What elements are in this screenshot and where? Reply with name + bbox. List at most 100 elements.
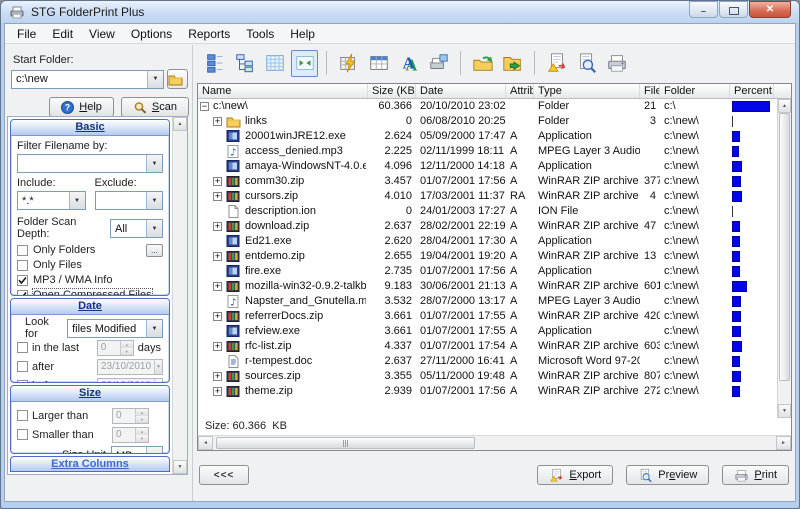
column-header-folder[interactable]: Folder: [660, 84, 730, 98]
date-picker[interactable]: 23/10/2010: [97, 358, 163, 375]
table-row[interactable]: amaya-WindowsNT-4.0.exe 4.096 12/11/2000 1…: [198, 159, 777, 174]
chevron-down-icon[interactable]: [146, 220, 162, 237]
chevron-down-icon[interactable]: [68, 192, 85, 209]
menu-item-options[interactable]: Options: [123, 25, 180, 43]
format-table-icon[interactable]: [335, 50, 362, 77]
look-for-combo[interactable]: files Modified: [67, 319, 163, 338]
scroll-down-arrow-icon[interactable]: [778, 404, 791, 418]
exclude-combo[interactable]: [94, 191, 163, 210]
collapse-toggle[interactable]: −: [200, 102, 209, 111]
scan-button[interactable]: Scan: [120, 97, 189, 117]
scroll-up-arrow-icon[interactable]: [778, 99, 791, 113]
expand-toggle[interactable]: +: [213, 372, 222, 381]
table-row[interactable]: + comm30.zip 3.457 01/07/2001 17:56 A WinRAR …: [198, 174, 777, 189]
maximize-button[interactable]: [719, 1, 748, 18]
checkbox-after[interactable]: [17, 361, 28, 372]
include-combo[interactable]: *.*: [17, 191, 86, 210]
start-folder-combo[interactable]: c:\new: [11, 69, 164, 89]
column-header-size-kb[interactable]: Size (KB): [368, 84, 416, 98]
checkbox-in-the-last[interactable]: [17, 342, 28, 353]
scrollbar-track[interactable]: [213, 436, 776, 450]
spinner-up-icon[interactable]: [136, 427, 148, 435]
fit-columns-icon[interactable]: [291, 49, 318, 77]
table-row[interactable]: + download.zip 2.637 28/02/2001 22:19 A WinRA…: [198, 219, 777, 234]
table-row[interactable]: Ed21.exe 2.620 28/04/2001 17:30 A Applicatio…: [198, 234, 777, 249]
open-folder-icon[interactable]: [499, 50, 526, 77]
table-row[interactable]: description.ion 0 24/01/2003 17:27 A ION Fil…: [198, 204, 777, 219]
scroll-right-arrow-icon[interactable]: [776, 436, 791, 450]
column-header-type[interactable]: Type: [534, 84, 640, 98]
column-header-percent[interactable]: Percent: [730, 84, 774, 98]
menu-item-edit[interactable]: Edit: [44, 25, 81, 43]
scrollbar-thumb[interactable]: [779, 113, 790, 381]
expand-toggle[interactable]: +: [213, 177, 222, 186]
chevron-down-icon[interactable]: [154, 378, 162, 382]
checkbox-only-files[interactable]: [17, 259, 28, 271]
preview-icon[interactable]: [573, 50, 600, 77]
spinner-down-icon[interactable]: [136, 415, 148, 423]
table-row[interactable]: + mozilla-win32-0.9.2-talkback... 9.183 30/…: [198, 279, 777, 294]
sidebar-scrollbar[interactable]: [172, 117, 187, 474]
collapse-sidebar-button[interactable]: <<<: [199, 465, 249, 485]
table-row[interactable]: − c:\new\ 60.366 20/10/2010 23:02 Folder 21 c:…: [198, 99, 777, 114]
expand-toggle[interactable]: +: [213, 117, 222, 126]
chevron-down-icon[interactable]: [146, 192, 162, 209]
table-row[interactable]: + referrerDocs.zip 3.661 01/07/2001 17:55 A W…: [198, 309, 777, 324]
print-button[interactable]: Print: [722, 465, 789, 485]
horizontal-scrollbar[interactable]: [198, 435, 791, 450]
expand-toggle[interactable]: +: [213, 192, 222, 201]
table-row[interactable]: + theme.zip 2.939 01/07/2001 17:56 A WinRAR Z…: [198, 384, 777, 399]
menu-item-reports[interactable]: Reports: [180, 25, 238, 43]
table-row[interactable]: ♪ Napster_and_Gnutella.mp3 3.532 28/07/2000…: [198, 294, 777, 309]
title-bar[interactable]: STG FolderPrint Plus: [1, 1, 799, 23]
column-header-date[interactable]: Date: [416, 84, 506, 98]
extra-columns-header[interactable]: Extra Columns: [10, 456, 170, 472]
scrollbar-track[interactable]: [173, 131, 187, 460]
scroll-up-arrow-icon[interactable]: [173, 117, 187, 131]
spinner[interactable]: 0: [96, 339, 134, 356]
table-row[interactable]: + sources.zip 3.355 05/11/2000 19:48 A WinRAR…: [198, 369, 777, 384]
table-row[interactable]: + links 0 06/08/2010 20:25 Folder 3 c:\new\: [198, 114, 777, 129]
scroll-down-arrow-icon[interactable]: [173, 460, 187, 474]
checkbox-open-compressed-files[interactable]: [17, 289, 28, 295]
chevron-down-icon[interactable]: [146, 155, 162, 172]
folder-scan-depth-combo[interactable]: All: [109, 219, 163, 238]
expand-toggle[interactable]: +: [213, 282, 222, 291]
chevron-down-icon[interactable]: [146, 320, 162, 337]
expand-toggle[interactable]: +: [213, 387, 222, 396]
ellipsis-button[interactable]: ...: [146, 243, 163, 257]
spinner[interactable]: 0: [112, 407, 149, 424]
basic-panel-header[interactable]: Basic: [11, 120, 169, 136]
menu-item-view[interactable]: View: [81, 25, 123, 43]
scroll-left-arrow-icon[interactable]: [198, 436, 213, 450]
table-row[interactable]: + cursors.zip 4.010 17/03/2001 11:37 RA WinRA…: [198, 189, 777, 204]
print-icon[interactable]: [603, 50, 630, 77]
chevron-down-icon[interactable]: [154, 359, 162, 374]
column-header-files[interactable]: Files: [640, 84, 660, 98]
minimize-button[interactable]: [689, 1, 718, 18]
preview-button[interactable]: Preview: [626, 465, 710, 485]
vertical-scrollbar[interactable]: [777, 99, 791, 418]
spinner-down-icon[interactable]: [136, 434, 148, 442]
menu-item-file[interactable]: File: [9, 25, 44, 43]
expand-toggle[interactable]: +: [213, 252, 222, 261]
table-row[interactable]: + entdemo.zip 2.655 19/04/2001 19:20 A WinRAR…: [198, 249, 777, 264]
spinner-up-icon[interactable]: [120, 340, 133, 348]
scrollbar-track[interactable]: [778, 113, 791, 404]
date-panel-header[interactable]: Date: [11, 299, 169, 315]
filter-filename-combo[interactable]: [17, 154, 163, 173]
help-button[interactable]: ? Help: [49, 97, 114, 117]
spinner-down-icon[interactable]: [120, 347, 133, 355]
checkbox-before[interactable]: [17, 380, 28, 382]
table-row[interactable]: 20001winJRE12.exe 2.624 05/09/2000 17:47 A A…: [198, 129, 777, 144]
menu-item-tools[interactable]: Tools: [238, 25, 282, 43]
refresh-folder-icon[interactable]: [469, 50, 496, 77]
size-panel-header[interactable]: Size: [11, 386, 169, 402]
outline-view-icon[interactable]: [201, 50, 228, 77]
tree-view-icon[interactable]: [231, 50, 258, 77]
size-unit-combo[interactable]: MB: [111, 446, 163, 453]
expand-toggle[interactable]: +: [213, 312, 222, 321]
table-row[interactable]: + rfc-list.zip 4.337 01/07/2001 17:54 A WinRA…: [198, 339, 777, 354]
table-row[interactable]: fire.exe 2.735 01/07/2001 17:56 A Applicatio…: [198, 264, 777, 279]
export-button[interactable]: Export: [537, 465, 614, 485]
